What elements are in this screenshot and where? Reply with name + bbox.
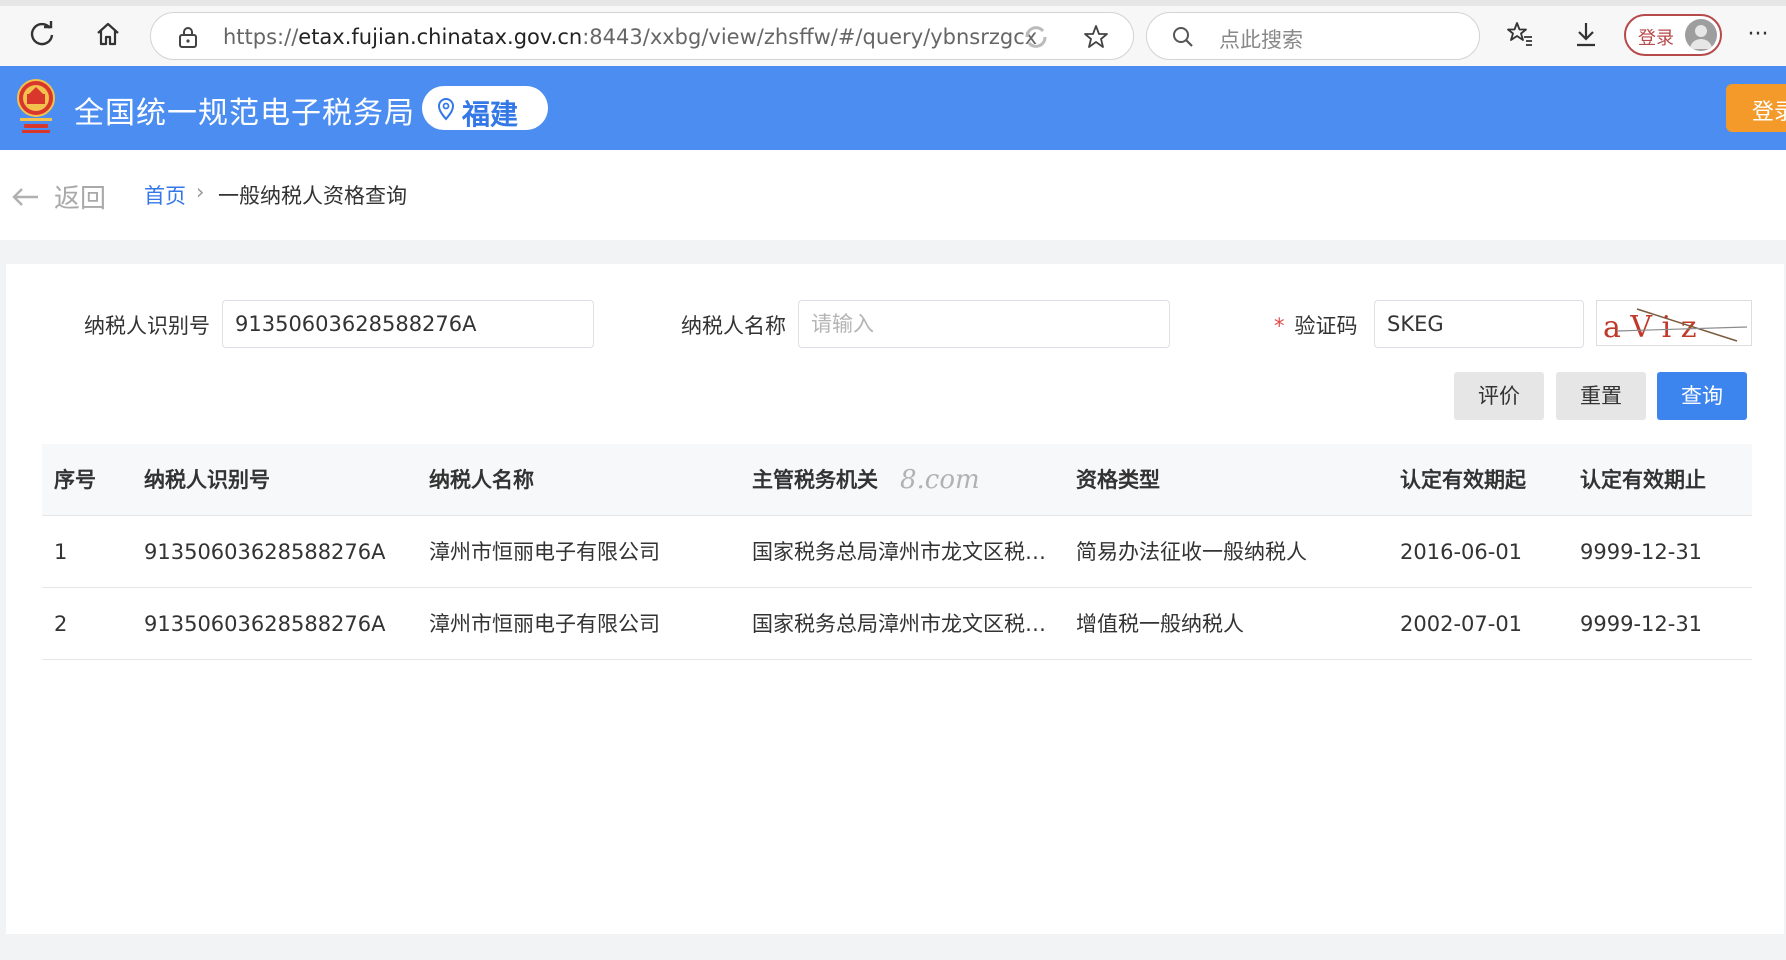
avatar <box>1685 19 1717 51</box>
site-title: 全国统一规范电子税务局 <box>74 96 415 131</box>
cell-valid-to: 9999-12-31 <box>1580 540 1703 564</box>
browser-profile-login[interactable]: 登录 <box>1624 14 1722 56</box>
favorites-list-icon <box>1507 22 1532 46</box>
browser-menu-button[interactable]: ··· <box>1740 16 1776 52</box>
captcha-label-group: * 验证码 <box>1274 310 1358 340</box>
reload-icon <box>30 21 54 46</box>
back-button[interactable]: 返回 <box>10 178 106 215</box>
col-header-qualification-type: 资格类型 <box>1076 468 1160 492</box>
tab-strip-edge <box>0 0 1786 6</box>
cell-tax-authority: 国家税务总局漳州市龙文区税… <box>752 540 1046 564</box>
browser-toolbar: https://etax.fujian.chinatax.gov.cn:8443… <box>0 0 1786 66</box>
cell-valid-from: 2016-06-01 <box>1400 540 1523 564</box>
header-login-label: 登录 <box>1752 100 1786 125</box>
evaluate-button[interactable]: 评价 <box>1454 372 1544 420</box>
captcha-glyphs: a V i z <box>1603 310 1697 345</box>
taxpayer-id-input[interactable] <box>222 300 594 348</box>
region-label: 福建 <box>462 98 519 131</box>
table-row: 1 91350603628588276A 漳州市恒丽电子有限公司 国家税务总局漳… <box>42 516 1752 588</box>
cell-qualification-type: 增值税一般纳税人 <box>1076 612 1244 636</box>
cell-valid-to: 9999-12-31 <box>1580 612 1703 636</box>
breadcrumb-home-link[interactable]: 首页 <box>144 180 186 210</box>
url-path: :8443/xxbg/view/zhsffw/#/query/ybnsrzgcx <box>582 25 1038 49</box>
breadcrumb-separator: › <box>196 180 205 204</box>
cell-tax-authority: 国家税务总局漳州市龙文区税… <box>752 612 1046 636</box>
captcha-graphic: a V i z <box>1603 308 1748 345</box>
table-header-row: 序号 纳税人识别号 纳税人名称 主管税务机关 资格类型 认定有效期起 认定有效期… <box>42 444 1752 516</box>
col-header-valid-to: 认定有效期止 <box>1580 468 1706 492</box>
lock-icon <box>179 27 197 48</box>
read-aloud-icon[interactable] <box>1023 24 1049 50</box>
location-pin-icon <box>437 98 455 121</box>
captcha-label: 验证码 <box>1294 314 1358 338</box>
col-header-index: 序号 <box>54 468 96 492</box>
breadcrumb-current: 一般纳税人资格查询 <box>218 184 407 208</box>
national-emblem-icon <box>17 79 55 133</box>
favorites-button[interactable] <box>1502 16 1538 52</box>
download-icon <box>1577 23 1595 47</box>
search-placeholder: 点此搜索 <box>1219 28 1303 52</box>
url-host: etax.fujian.chinatax.gov.cn <box>298 25 583 49</box>
home-icon <box>97 22 119 46</box>
query-button[interactable]: 查询 <box>1657 372 1747 420</box>
header-login-button[interactable]: 登录 <box>1726 84 1786 132</box>
query-panel: 纳税人识别号 纳税人名称 * 验证码 a V i z 评价 重置 查询 序号 纳税… <box>6 264 1784 934</box>
taxpayer-name-input[interactable] <box>798 300 1170 348</box>
col-header-taxpayer-id: 纳税人识别号 <box>144 468 270 492</box>
url-text: https://etax.fujian.chinatax.gov.cn:8443… <box>223 25 1037 49</box>
cell-taxpayer-id: 91350603628588276A <box>144 540 386 564</box>
captcha-image[interactable]: a V i z <box>1596 300 1752 346</box>
required-mark: * <box>1274 314 1285 338</box>
favorite-star-icon[interactable] <box>1083 24 1109 50</box>
region-selector[interactable]: 福建 <box>422 86 548 131</box>
arrow-left-icon <box>12 187 38 206</box>
taxpayer-name-label: 纳税人名称 <box>681 314 786 338</box>
cell-taxpayer-name: 漳州市恒丽电子有限公司 <box>429 540 660 564</box>
captcha-input[interactable] <box>1374 300 1584 348</box>
address-bar[interactable]: https://etax.fujian.chinatax.gov.cn:8443… <box>150 12 1134 60</box>
col-header-taxpayer-name: 纳税人名称 <box>429 468 534 492</box>
reset-button[interactable]: 重置 <box>1556 372 1646 420</box>
col-header-valid-from: 认定有效期起 <box>1400 468 1526 492</box>
table-row: 2 91350603628588276A 漳州市恒丽电子有限公司 国家税务总局漳… <box>42 588 1752 660</box>
cell-index: 2 <box>54 612 68 636</box>
cell-qualification-type: 简易办法征收一般纳税人 <box>1076 540 1307 564</box>
cell-index: 1 <box>54 540 68 564</box>
reload-button[interactable] <box>24 16 60 52</box>
url-scheme: https:// <box>223 25 299 49</box>
breadcrumb: 返回 首页 › 一般纳税人资格查询 <box>0 150 1786 240</box>
cell-valid-from: 2002-07-01 <box>1400 612 1523 636</box>
downloads-button[interactable] <box>1568 16 1604 52</box>
result-table: 序号 纳税人识别号 纳税人名称 主管税务机关 资格类型 认定有效期起 认定有效期… <box>42 444 1752 660</box>
watermark-text: 8.com <box>900 465 980 495</box>
back-label: 返回 <box>54 184 107 214</box>
cell-taxpayer-name: 漳州市恒丽电子有限公司 <box>429 612 660 636</box>
site-header: 全国统一规范电子税务局 福建 登录 <box>0 66 1786 150</box>
home-button[interactable] <box>90 16 126 52</box>
cell-taxpayer-id: 91350603628588276A <box>144 612 386 636</box>
search-icon <box>1173 27 1193 47</box>
person-icon <box>1690 25 1712 49</box>
browser-search-box[interactable]: 点此搜索 <box>1146 12 1480 60</box>
browser-login-label: 登录 <box>1638 28 1674 49</box>
taxpayer-id-label: 纳税人识别号 <box>84 314 210 338</box>
